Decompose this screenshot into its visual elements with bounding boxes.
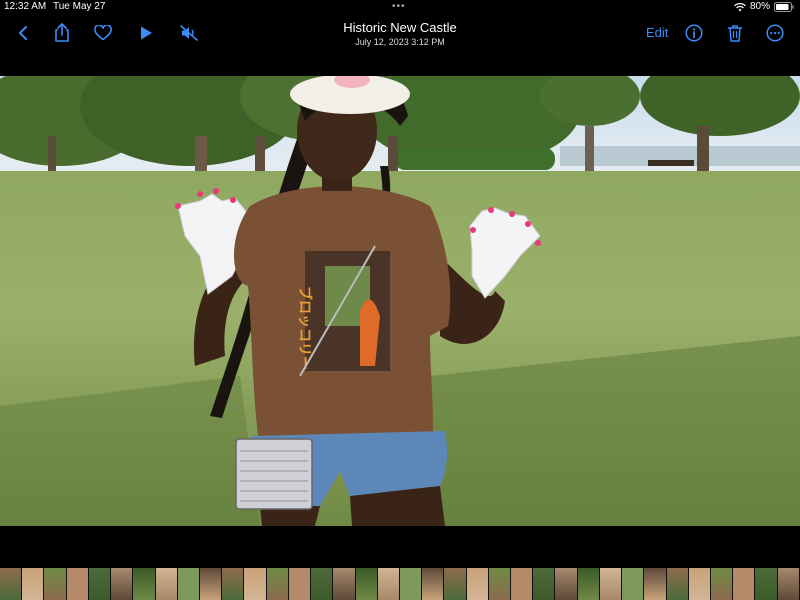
filmstrip-thumbnail[interactable]: [599, 568, 623, 600]
heart-icon[interactable]: [92, 22, 114, 44]
filmstrip-thumbnail[interactable]: [711, 568, 734, 600]
filmstrip-thumbnail[interactable]: [44, 568, 67, 600]
filmstrip-thumbnail[interactable]: [755, 568, 778, 600]
photo-title-block: Historic New Castle July 12, 2023 3:12 P…: [300, 20, 500, 48]
share-icon[interactable]: [51, 22, 73, 44]
filmstrip-thumbnail[interactable]: [422, 568, 445, 600]
battery-icon: [774, 2, 794, 12]
filmstrip-thumbnail[interactable]: [22, 568, 45, 600]
status-time: 12:32 AM: [4, 1, 47, 12]
filmstrip-thumbnail[interactable]: [133, 568, 156, 600]
filmstrip-thumbnail[interactable]: [266, 568, 289, 600]
filmstrip-thumbnail[interactable]: [777, 568, 800, 600]
status-date: Tue May 27: [53, 1, 106, 12]
mute-icon[interactable]: [178, 22, 200, 44]
filmstrip-thumbnail[interactable]: [155, 568, 178, 600]
trash-icon[interactable]: [724, 22, 746, 44]
more-icon[interactable]: [764, 22, 786, 44]
filmstrip-thumbnail[interactable]: [444, 568, 467, 600]
wifi-icon: [734, 2, 746, 12]
filmstrip-thumbnail[interactable]: [555, 568, 578, 600]
filmstrip-thumbnail[interactable]: [177, 568, 200, 600]
filmstrip-thumbnail[interactable]: [488, 568, 512, 600]
filmstrip-thumbnail[interactable]: [66, 568, 89, 600]
photo-title: Historic New Castle: [343, 20, 457, 35]
info-icon[interactable]: [683, 22, 705, 44]
main-photo[interactable]: ブロッコリー: [0, 76, 800, 526]
edit-button[interactable]: Edit: [646, 25, 668, 40]
play-icon[interactable]: [135, 22, 157, 44]
back-icon[interactable]: [12, 22, 34, 44]
filmstrip-thumbnail[interactable]: [688, 568, 711, 600]
filmstrip-thumbnail[interactable]: [199, 568, 223, 600]
filmstrip-thumbnail[interactable]: [466, 568, 489, 600]
filmstrip-thumbnail[interactable]: [0, 568, 23, 600]
filmstrip-thumbnail[interactable]: [244, 568, 267, 600]
photo-date: July 12, 2023 3:12 PM: [355, 37, 445, 47]
filmstrip-thumbnail[interactable]: [733, 568, 756, 600]
filmstrip-thumbnail[interactable]: [355, 568, 378, 600]
filmstrip-thumbnail[interactable]: [666, 568, 689, 600]
filmstrip-thumbnail[interactable]: [399, 568, 423, 600]
filmstrip-thumbnail[interactable]: [377, 568, 400, 600]
filmstrip-thumbnail[interactable]: [511, 568, 534, 600]
filmstrip-thumbnail[interactable]: [311, 568, 334, 600]
filmstrip-thumbnail[interactable]: [577, 568, 600, 600]
filmstrip-thumbnail[interactable]: [222, 568, 245, 600]
multitasking-dots-icon[interactable]: •••: [392, 0, 406, 14]
status-bar: 12:32 AM Tue May 27 ••• 80%: [0, 0, 800, 14]
filmstrip-thumbnail[interactable]: [533, 568, 556, 600]
filmstrip[interactable]: [0, 568, 800, 600]
filmstrip-thumbnail[interactable]: [288, 568, 312, 600]
photo-toolbar: Historic New Castle July 12, 2023 3:12 P…: [0, 14, 800, 52]
battery-percent: 80%: [749, 1, 770, 12]
filmstrip-thumbnail[interactable]: [333, 568, 356, 600]
filmstrip-thumbnail[interactable]: [644, 568, 667, 600]
filmstrip-thumbnail[interactable]: [622, 568, 645, 600]
filmstrip-thumbnail[interactable]: [88, 568, 112, 600]
filmstrip-thumbnail[interactable]: [111, 568, 134, 600]
